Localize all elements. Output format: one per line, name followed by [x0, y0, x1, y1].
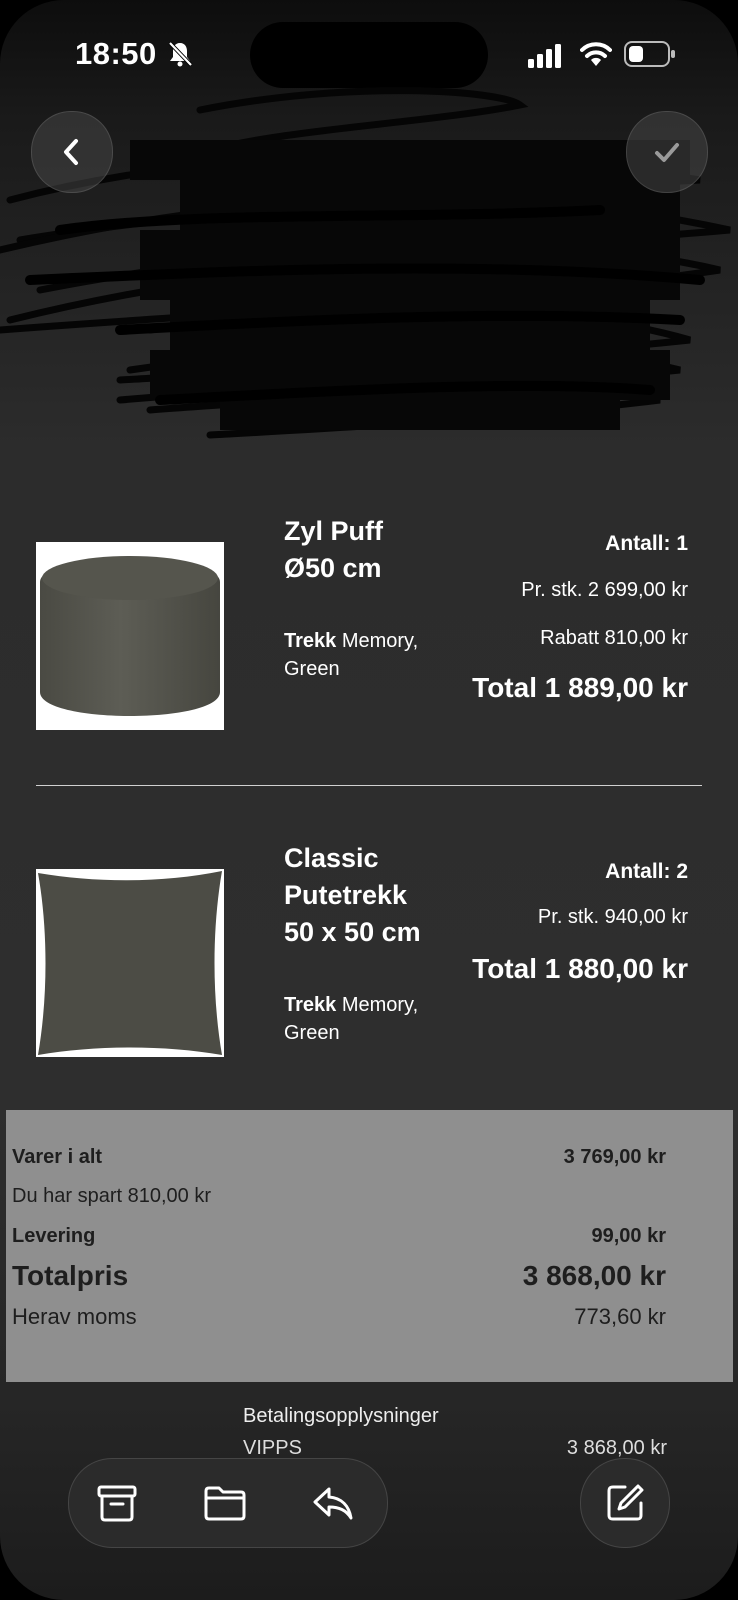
cover-label: Trekk — [284, 994, 337, 1016]
product-name-line: Putetrekk — [284, 880, 408, 910]
summary-total-value: 3 868,00 kr — [522, 1260, 666, 1291]
summary-delivery-label: Levering — [12, 1225, 96, 1247]
item-total: Total 1 880,00 kr — [472, 953, 688, 984]
unit-price: Pr. stk. 2 699,00 kr — [521, 579, 688, 601]
quantity: Antall: 2 — [605, 860, 688, 883]
product-name-line: Ø50 cm — [284, 553, 382, 583]
pouf-image — [40, 556, 220, 716]
cover-value: Memory, — [341, 994, 419, 1016]
summary-items-row: Varer i alt 3 769,00 kr — [12, 1146, 666, 1169]
cover-color: Green — [284, 1022, 340, 1044]
unit-price: Pr. stk. 940,00 kr — [537, 906, 688, 928]
order-summary: Varer i alt 3 769,00 kr Du har spart 810… — [6, 1110, 733, 1382]
compose-button[interactable] — [580, 1458, 670, 1548]
folder-icon[interactable] — [203, 1481, 247, 1525]
cover-color: Green — [284, 658, 340, 680]
quantity: Antall: 1 — [605, 532, 688, 555]
mail-screen: 18:50 Zyl Puff Ø50 cm Trekk Memory, Gree… — [0, 0, 738, 1600]
discount: Rabatt 810,00 kr — [540, 627, 688, 649]
redaction-scribble — [0, 87, 731, 439]
wifi-icon — [580, 42, 612, 66]
back-button[interactable] — [31, 111, 113, 193]
checkmark-icon — [655, 143, 679, 162]
payment-amount: 3 868,00 kr — [566, 1437, 667, 1459]
summary-total-label: Totalpris — [12, 1260, 129, 1291]
product-name-line: Classic — [284, 843, 379, 873]
reply-icon[interactable] — [311, 1481, 355, 1525]
summary-saved-row: Du har spart 810,00 kr — [12, 1185, 666, 1208]
summary-items-value: 3 769,00 kr — [563, 1146, 666, 1168]
status-time: 18:50 — [75, 36, 157, 71]
payment-method: VIPPS — [243, 1437, 302, 1459]
silent-bell-icon — [168, 41, 193, 67]
product-cover: Trekk Memory, Green — [284, 627, 444, 683]
pillow-image — [38, 871, 222, 1055]
summary-vat-row: Herav moms 773,60 kr — [12, 1304, 666, 1330]
product-name: Zyl Puff Ø50 cm — [284, 513, 444, 587]
archive-icon[interactable] — [95, 1481, 139, 1525]
product-name-line: Zyl Puff — [284, 516, 383, 546]
product-cover: Trekk Memory, Green — [284, 991, 444, 1047]
summary-saved: Du har spart 810,00 kr — [12, 1185, 211, 1207]
compose-icon — [607, 1484, 644, 1521]
summary-vat-value: 773,60 kr — [574, 1304, 666, 1329]
payment-heading: Betalingsopplysninger — [243, 1405, 439, 1427]
summary-delivery-row: Levering 99,00 kr — [12, 1225, 666, 1248]
cover-label: Trekk — [284, 630, 337, 652]
battery-icon — [624, 41, 675, 67]
summary-vat-label: Herav moms — [12, 1304, 137, 1329]
confirm-button[interactable] — [626, 111, 708, 193]
item-total: Total 1 889,00 kr — [472, 672, 688, 703]
divider — [36, 785, 702, 786]
summary-delivery-value: 99,00 kr — [591, 1225, 666, 1247]
mail-toolbar — [68, 1458, 388, 1548]
summary-total-row: Totalpris 3 868,00 kr — [12, 1260, 666, 1292]
chevron-left-icon — [64, 139, 78, 165]
cellular-signal-icon — [528, 44, 561, 68]
summary-items-label: Varer i alt — [12, 1146, 103, 1168]
cover-value: Memory, — [341, 630, 419, 652]
product-name-line: 50 x 50 cm — [284, 917, 421, 947]
product-image-pouf — [36, 542, 224, 730]
product-name: Classic Putetrekk 50 x 50 cm — [284, 840, 444, 951]
product-image-pillow — [36, 869, 224, 1057]
